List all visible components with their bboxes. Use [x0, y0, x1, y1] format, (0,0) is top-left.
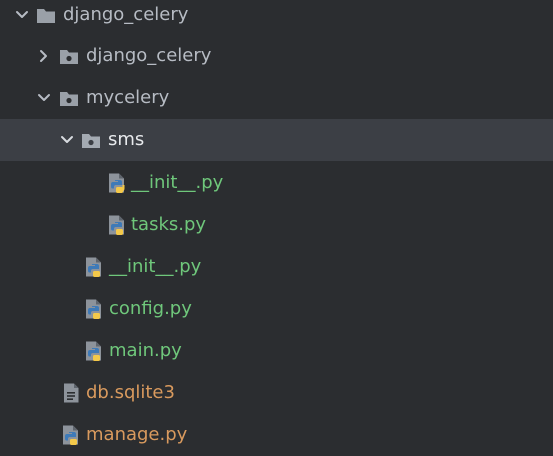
package-folder-icon [60, 50, 78, 64]
folder-icon [37, 9, 55, 23]
tree-row-sms[interactable]: sms [0, 119, 553, 161]
tree-row-django-celery-root[interactable]: django_celery [0, 0, 553, 36]
tree-item-label: config.py [109, 298, 192, 319]
tree-item-label: main.py [109, 340, 182, 361]
tree-row-db-sqlite3[interactable]: db.sqlite3 [0, 372, 553, 414]
python-file-icon [109, 173, 125, 193]
tree-item-label: __init__.py [131, 172, 224, 193]
tree-row-config-py[interactable]: config.py [0, 288, 553, 330]
tree-item-label: __init__.py [109, 256, 202, 277]
text-file-icon [64, 383, 79, 403]
tree-item-label: django_celery [63, 4, 189, 25]
python-file-icon [109, 215, 124, 235]
project-tree: django_celery django_celery mycelery sms… [0, 0, 553, 456]
tree-item-label: db.sqlite3 [86, 382, 175, 403]
tree-item-label: manage.py [86, 424, 188, 445]
python-file-icon [86, 257, 101, 277]
package-folder-icon [82, 134, 100, 148]
tree-row-mycelery[interactable]: mycelery [0, 77, 553, 119]
chevron-down-icon[interactable] [57, 130, 77, 150]
python-file-icon [86, 299, 101, 319]
tree-row-sms-init-py[interactable]: __init__.py [0, 162, 553, 204]
tree-row-django-celery-package[interactable]: django_celery [0, 35, 553, 77]
tree-item-label: tasks.py [131, 214, 207, 235]
tree-item-label: mycelery [86, 87, 170, 108]
tree-row-tasks-py[interactable]: tasks.py [0, 204, 553, 246]
chevron-down-icon[interactable] [34, 88, 54, 108]
tree-row-manage-py[interactable]: manage.py [0, 414, 553, 456]
tree-item-label: django_celery [86, 45, 212, 66]
tree-item-label: sms [108, 129, 145, 150]
python-file-icon [86, 341, 101, 361]
tree-row-main-py[interactable]: main.py [0, 330, 553, 372]
chevron-down-icon[interactable] [12, 5, 32, 25]
chevron-right-icon[interactable] [34, 46, 54, 66]
python-file-icon [63, 425, 78, 445]
package-folder-icon [60, 92, 78, 106]
tree-row-mycelery-init-py[interactable]: __init__.py [0, 246, 553, 288]
